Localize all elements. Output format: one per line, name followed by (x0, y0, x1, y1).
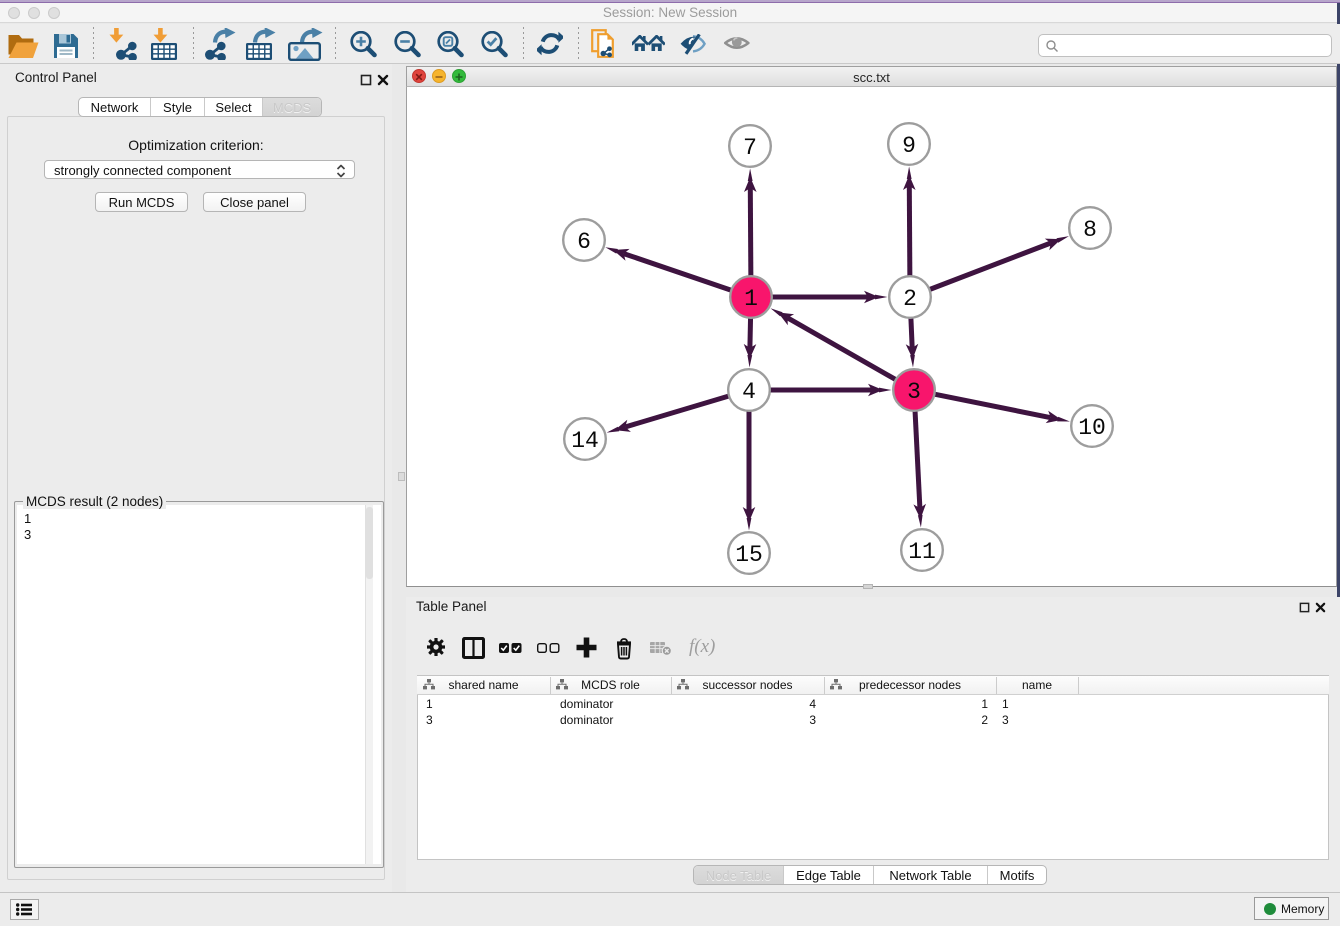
svg-text:7: 7 (743, 135, 757, 161)
svg-text:6: 6 (577, 229, 591, 255)
svg-text:1: 1 (744, 286, 758, 312)
svg-text:8: 8 (1083, 217, 1097, 243)
svg-text:4: 4 (742, 379, 756, 405)
svg-text:2: 2 (903, 286, 917, 312)
svg-text:14: 14 (571, 428, 599, 454)
svg-text:11: 11 (908, 539, 936, 565)
svg-text:10: 10 (1078, 415, 1106, 441)
svg-text:15: 15 (735, 542, 763, 568)
svg-text:3: 3 (907, 379, 921, 405)
svg-text:9: 9 (902, 133, 916, 159)
